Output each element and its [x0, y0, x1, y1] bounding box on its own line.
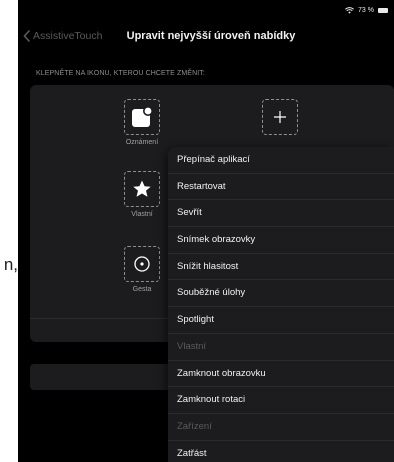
slot-custom[interactable]: Vlastní [120, 171, 164, 218]
star-icon-box [124, 171, 160, 207]
plus-icon-box [262, 99, 298, 135]
menu-item-restart[interactable]: Restartovat [168, 174, 394, 201]
slot-gestures[interactable]: Gesta [120, 246, 164, 293]
circle-gesture-icon [134, 256, 150, 272]
menu-section-custom: Vlastní [168, 334, 394, 361]
battery-percentage: 73 % [358, 6, 374, 14]
outside-text-fragment: n, [3, 255, 18, 274]
menu-item-spotlight[interactable]: Spotlight [168, 307, 394, 334]
ipad-screen: 73 % AssistiveTouch Upravit nejvyšší úro… [18, 0, 394, 462]
page-title: Upravit nejvyšší úroveň nabídky [126, 30, 296, 42]
notification-icon-box [124, 99, 160, 135]
slot-add[interactable] [258, 99, 302, 135]
menu-item-multitasking[interactable]: Souběžné úlohy [168, 280, 394, 308]
menu-item-volume-down[interactable]: Snížit hlasitost [168, 254, 394, 281]
menu-item-lock-screen[interactable]: Zamknout obrazovku [168, 361, 394, 388]
slot-label: Oznámení [125, 139, 159, 146]
menu-item-screenshot[interactable]: Snímek obrazovky [168, 227, 394, 254]
section-header: KLEPNĚTE NA IKONU, KTEROU CHCETE ZMĚNIT: [36, 70, 205, 77]
battery-icon [378, 7, 388, 13]
star-icon [133, 180, 151, 197]
menu-item-app-switcher[interactable]: Přepínač aplikací [168, 147, 394, 174]
circle-gesture-icon-box [124, 246, 160, 282]
wifi-icon [345, 6, 354, 14]
slot-notifications[interactable]: Oznámení [120, 99, 164, 146]
menu-item-shake[interactable]: Zatřást [168, 441, 394, 462]
action-picker-menu: Přepínač aplikací Restartovat Sevřít Sní… [168, 147, 394, 462]
menu-item-pinch[interactable]: Sevřít [168, 200, 394, 228]
status-bar: 73 % [345, 4, 388, 16]
slot-label: Vlastní [131, 211, 153, 218]
slot-label: Gesta [132, 286, 152, 293]
navigation-bar: AssistiveTouch Upravit nejvyšší úroveň n… [18, 24, 394, 48]
notification-icon [132, 106, 153, 127]
menu-item-lock-rotation[interactable]: Zamknout rotaci [168, 387, 394, 414]
plus-icon [274, 111, 286, 123]
menu-section-device: Zařízení [168, 414, 394, 441]
